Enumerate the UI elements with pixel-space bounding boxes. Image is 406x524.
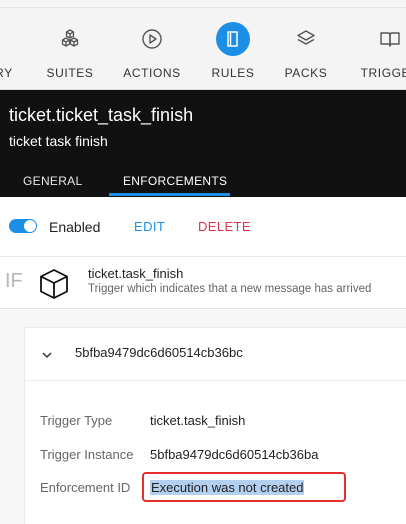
main-nav: RY SUITES ACTIONS RULES <box>0 8 406 90</box>
nav-item-actions[interactable]: ACTIONS <box>121 8 183 90</box>
enforcement-id-label: Enforcement ID <box>40 480 131 495</box>
trigger-type-label: Trigger Type <box>40 413 113 428</box>
rule-description: ticket task finish <box>9 133 108 149</box>
page-title: ticket.ticket_task_finish <box>9 105 194 125</box>
history-icon <box>0 22 21 56</box>
enforcement-card: 5bfba9479dc6d60514cb36bc Trigger Type ti… <box>24 327 406 524</box>
tab-general[interactable]: GENERAL <box>23 174 82 188</box>
trigger-instance-value: 5bfba9479dc6d60514cb36ba <box>150 447 319 462</box>
trigger-name: ticket.task_finish <box>88 266 184 281</box>
nav-label: RY <box>0 66 13 80</box>
highlight-annotation-box <box>142 472 346 502</box>
cube-icon <box>40 269 68 299</box>
enforcements-panel: 5bfba9479dc6d60514cb36bc Trigger Type ti… <box>0 310 406 524</box>
cubes-icon <box>53 22 87 56</box>
enabled-label: Enabled <box>49 219 101 235</box>
rule-header: ticket.ticket_task_finish ticket task fi… <box>0 90 406 197</box>
trigger-instance-label: Trigger Instance <box>40 447 134 462</box>
divider <box>25 380 406 381</box>
nav-item-history[interactable]: RY <box>0 8 24 90</box>
nav-label: PACKS <box>284 66 328 80</box>
top-strip <box>0 0 406 8</box>
edit-button[interactable]: EDIT <box>134 219 165 234</box>
nav-item-suites[interactable]: SUITES <box>41 8 99 90</box>
chevron-down-icon[interactable] <box>41 349 53 361</box>
enabled-toggle[interactable] <box>9 219 37 233</box>
book-icon <box>216 22 250 56</box>
delete-button[interactable]: DELETE <box>198 219 251 234</box>
tab-enforcements[interactable]: ENFORCEMENTS <box>123 174 227 188</box>
trigger-condition[interactable]: IF ticket.task_finish Trigger which indi… <box>0 257 406 309</box>
nav-label: TRIGGER <box>360 66 406 80</box>
nav-label: ACTIONS <box>123 66 181 80</box>
if-label: IF <box>5 270 23 292</box>
trigger-description: Trigger which indicates that a new messa… <box>88 283 372 295</box>
enforcement-id[interactable]: 5bfba9479dc6d60514cb36bc <box>75 345 243 360</box>
toggle-knob <box>24 220 36 232</box>
active-tab-indicator <box>109 193 230 196</box>
play-icon <box>135 22 169 56</box>
nav-item-packs[interactable]: PACKS <box>281 8 331 90</box>
nav-item-rules[interactable]: RULES <box>207 8 259 90</box>
rule-toolbar: Enabled EDIT DELETE <box>0 197 406 257</box>
layers-icon <box>289 22 323 56</box>
nav-label: RULES <box>211 66 255 80</box>
nav-label: SUITES <box>46 66 94 80</box>
trigger-type-value: ticket.task_finish <box>150 413 246 428</box>
nav-item-triggers[interactable]: TRIGGER <box>357 8 406 90</box>
open-book-icon <box>373 22 406 56</box>
